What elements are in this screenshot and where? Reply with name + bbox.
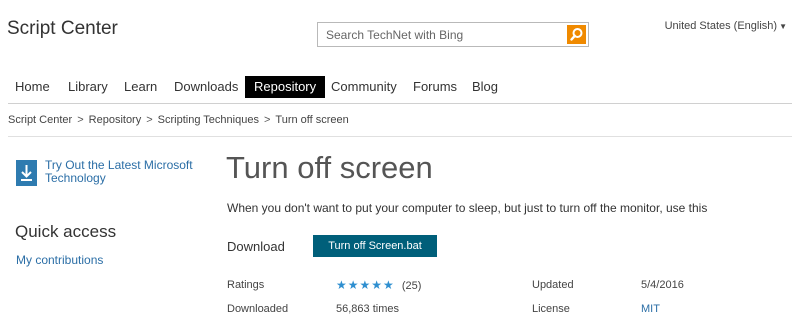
nav-divider (8, 103, 792, 104)
ratings-label: Ratings (227, 279, 265, 291)
ratings-count[interactable]: (25) (402, 280, 422, 292)
updated-label: Updated (532, 279, 574, 291)
download-label: Download (227, 239, 285, 254)
breadcrumb-current: Turn off screen (275, 114, 349, 126)
star-rating-icon: ★★★★★ (336, 278, 395, 292)
nav-blog[interactable]: Blog (472, 76, 498, 98)
caret-down-icon: ▼ (779, 22, 787, 31)
breadcrumb-separator: > (77, 114, 84, 126)
promo-link[interactable]: Try Out the Latest Microsoft Technology (45, 159, 205, 185)
locale-selector[interactable]: United States (English) ▼ (665, 20, 787, 32)
search-button[interactable] (567, 25, 586, 44)
license-link[interactable]: MIT (641, 303, 660, 315)
breadcrumb: Script Center > Repository > Scripting Techn… (8, 114, 349, 126)
search-input[interactable] (318, 23, 566, 46)
page-title: Turn off screen (226, 150, 433, 185)
quick-access-title: Quick access (15, 222, 117, 241)
my-contributions-link[interactable]: My contributions (16, 253, 103, 267)
search-box (317, 22, 589, 47)
locale-label: United States (English) (664, 20, 778, 32)
updated-value: 5/4/2016 (641, 279, 684, 291)
nav-library[interactable]: Library (68, 76, 108, 98)
license-label: License (532, 303, 570, 315)
site-title[interactable]: Script Center (7, 18, 118, 40)
breadcrumb-separator: > (263, 114, 271, 126)
breadcrumb-repository[interactable]: Repository (89, 114, 142, 126)
ratings-value: ★★★★★ (25) (336, 278, 421, 292)
search-icon (570, 28, 583, 41)
download-icon[interactable] (16, 160, 37, 186)
breadcrumb-scripting-techniques[interactable]: Scripting Techniques (158, 114, 259, 126)
download-button[interactable]: Turn off Screen.bat (313, 235, 437, 257)
script-description: When you don't want to put your computer… (227, 201, 708, 215)
nav-learn[interactable]: Learn (124, 76, 157, 98)
nav-forums[interactable]: Forums (413, 76, 457, 98)
breadcrumb-separator: > (146, 114, 153, 126)
nav-community[interactable]: Community (331, 76, 397, 98)
breadcrumb-divider (8, 136, 792, 137)
downloaded-value: 56,863 times (336, 303, 399, 315)
nav-home[interactable]: Home (15, 76, 50, 98)
breadcrumb-script-center[interactable]: Script Center (8, 114, 72, 126)
downloaded-label: Downloaded (227, 303, 289, 315)
nav-repository[interactable]: Repository (245, 76, 326, 98)
nav-downloads[interactable]: Downloads (174, 76, 238, 98)
